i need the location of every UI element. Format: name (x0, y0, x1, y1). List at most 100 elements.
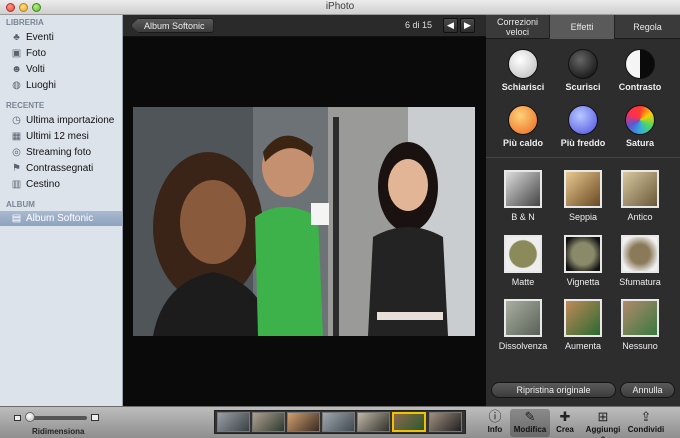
sidebar-item-contrassegnati[interactable]: ⚑ Contrassegnati (0, 161, 122, 176)
filter-label: Dissolvenza (498, 341, 548, 351)
photo-image (133, 107, 475, 336)
filter-thumbnail (621, 299, 659, 337)
add-to-button[interactable]: ⊞ Aggiungi a (583, 409, 623, 438)
effect-piu-freddo-button[interactable]: Più freddo (553, 105, 613, 148)
filter-thumbnail (564, 299, 602, 337)
filmstrip-thumbnail[interactable] (252, 412, 285, 432)
contrast-orb-icon (625, 49, 655, 79)
filter-thumbnail (564, 170, 602, 208)
sidebar-item-eventi[interactable]: ♣ Eventi (0, 30, 122, 45)
pencil-icon: ✎ (524, 409, 536, 424)
back-to-album-button[interactable]: Album Softonic (131, 18, 214, 33)
photostream-icon: ◎ (12, 147, 21, 158)
edit-tabs: Correzioni veloci Effetti Regola (486, 15, 680, 39)
effect-schiarisci-button[interactable]: Schiarisci (493, 49, 553, 92)
sidebar-item-label: Ultimi 12 mesi (26, 131, 89, 142)
tool-label: Crea (556, 425, 574, 434)
filter-aumenta-button[interactable]: Aumenta (553, 299, 613, 351)
cancel-button[interactable]: Annulla (620, 382, 675, 398)
sidebar-item-luoghi[interactable]: ◍ Luoghi (0, 78, 122, 93)
sidebar-item-volti[interactable]: ☻ Volti (0, 62, 122, 77)
edit-button[interactable]: ✎ Modifica (510, 409, 550, 437)
info-button[interactable]: ⓘ Info (475, 409, 515, 434)
reset-original-button[interactable]: Ripristina originale (491, 382, 616, 398)
filter-label: Seppia (568, 212, 598, 222)
filter-antico-button[interactable]: Antico (610, 170, 670, 222)
filter-thumbnail (621, 235, 659, 273)
section-heading-album: ALBUM (6, 200, 35, 209)
warmer-orb-icon (508, 105, 538, 135)
effect-scurisci-button[interactable]: Scurisci (553, 49, 613, 92)
filter-nessuno-button[interactable]: Nessuno (610, 299, 670, 351)
effect-satura-button[interactable]: Satura (610, 105, 670, 148)
filter-dissolvenza-button[interactable]: Dissolvenza (493, 299, 553, 351)
filter-bn-button[interactable]: B & N (493, 170, 553, 222)
filter-thumbnail (504, 170, 542, 208)
large-size-icon (91, 414, 99, 421)
create-button[interactable]: ✚ Crea (545, 409, 585, 434)
plus-icon: ⊞ (597, 409, 609, 424)
tool-label: Info (487, 425, 503, 434)
create-icon: ✚ (559, 409, 571, 424)
share-button[interactable]: ⇪ Condividi (626, 409, 666, 434)
effect-label: Scurisci (565, 82, 601, 92)
tab-regola[interactable]: Regola (615, 15, 680, 39)
tool-label: Modifica (513, 425, 547, 434)
filmstrip-thumbnail[interactable] (322, 412, 355, 432)
filmstrip-thumbnail[interactable] (287, 412, 320, 432)
sidebar-item-ultimi-12-mesi[interactable]: ▦ Ultimi 12 mesi (0, 129, 122, 144)
filter-thumbnail (504, 299, 542, 337)
photos-icon: ▣ (11, 48, 22, 59)
viewer-toolbar: Album Softonic 6 di 15 ◀ ▶ (123, 15, 486, 37)
resize-slider-knob[interactable] (25, 412, 35, 422)
filter-thumbnail (504, 235, 542, 273)
sidebar: LIBRERIA ♣ Eventi ▣ Foto ☻ Volti ◍ Luogh… (0, 15, 123, 406)
filmstrip-thumbnail[interactable] (357, 412, 390, 432)
filter-label: B & N (511, 212, 535, 222)
sidebar-item-label: Streaming foto (26, 147, 92, 158)
sidebar-item-label: Eventi (26, 32, 54, 43)
effect-label: Più caldo (502, 138, 543, 148)
filter-label: Vignetta (566, 277, 600, 287)
arrow-right-icon: ▶ (464, 20, 471, 30)
cooler-orb-icon (568, 105, 598, 135)
filter-label: Nessuno (622, 341, 658, 351)
sidebar-item-album-softonic[interactable]: ▤ Album Softonic (0, 211, 122, 226)
photo-counter: 6 di 15 (405, 20, 433, 30)
bottom-toolbar: Ridimensiona ⓘ Info ✎ Modifica ✚ Crea ⊞ … (0, 406, 680, 438)
sidebar-item-foto[interactable]: ▣ Foto (0, 46, 122, 61)
filter-sfumatura-button[interactable]: Sfumatura (610, 235, 670, 287)
filter-label: Antico (627, 212, 653, 222)
saturate-orb-icon (625, 105, 655, 135)
filmstrip-thumbnail[interactable] (429, 412, 462, 432)
sidebar-item-label: Contrassegnati (26, 163, 94, 174)
filter-seppia-button[interactable]: Seppia (553, 170, 613, 222)
filter-vignetta-button[interactable]: Vignetta (553, 235, 613, 287)
tab-effetti[interactable]: Effetti (549, 15, 615, 39)
effect-contrasto-button[interactable]: Contrasto (610, 49, 670, 92)
share-icon: ⇪ (640, 409, 652, 424)
tool-label: Condividi (627, 425, 665, 434)
sidebar-item-ultima-importazione[interactable]: ◷ Ultima importazione (0, 113, 122, 128)
sidebar-item-streaming-foto[interactable]: ◎ Streaming foto (0, 145, 122, 160)
sidebar-item-label: Luoghi (26, 80, 57, 91)
filter-matte-button[interactable]: Matte (493, 235, 553, 287)
main-photo[interactable] (133, 107, 475, 336)
effect-label: Satura (625, 138, 654, 148)
filmstrip-thumbnail[interactable] (217, 412, 250, 432)
resize-slider[interactable] (27, 416, 87, 420)
sidebar-item-label: Foto (26, 48, 47, 59)
section-heading-libreria: LIBRERIA (6, 18, 44, 27)
sidebar-item-label: Ultima importazione (26, 115, 115, 126)
sidebar-item-cestino[interactable]: ▥ Cestino (0, 177, 122, 192)
filter-label: Matte (511, 277, 535, 287)
clock-icon: ◷ (12, 115, 21, 126)
globe-icon: ◍ (12, 80, 21, 91)
info-icon: ⓘ (488, 409, 502, 424)
next-photo-button[interactable]: ▶ (460, 18, 475, 33)
effect-label: Contrasto (618, 82, 662, 92)
effect-piu-caldo-button[interactable]: Più caldo (493, 105, 553, 148)
tab-correzioni-veloci[interactable]: Correzioni veloci (486, 15, 549, 39)
filmstrip-thumbnail-current[interactable] (392, 412, 426, 432)
previous-photo-button[interactable]: ◀ (443, 18, 458, 33)
